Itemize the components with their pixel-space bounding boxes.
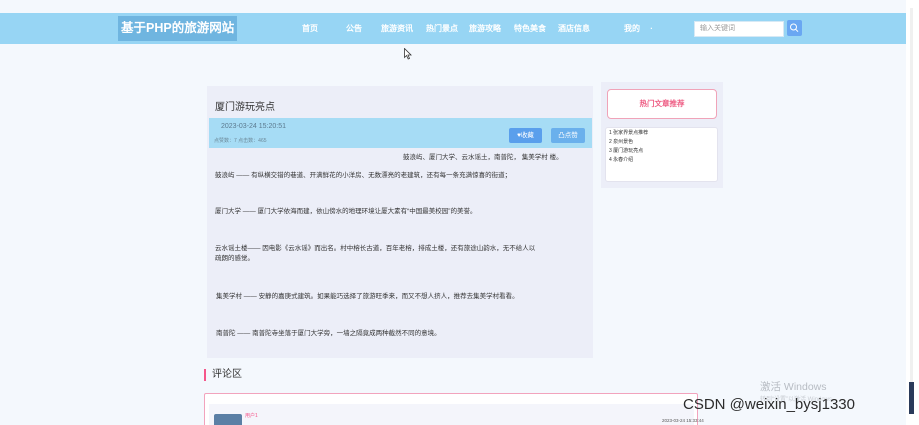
- nav-my-menu-label: 我的: [624, 24, 640, 33]
- hot-article-link[interactable]: 2 泉州景色: [609, 138, 714, 147]
- mouse-cursor-icon: [404, 48, 412, 60]
- article-stats: 点赞数：7 点击数：465: [214, 138, 267, 144]
- favorite-button[interactable]: ♥收藏: [509, 128, 542, 143]
- vertical-scrollbar[interactable]: [906, 0, 919, 425]
- scrollbar-track: [910, 8, 913, 408]
- nav-travel-news[interactable]: 旅游资讯: [381, 22, 413, 36]
- article-paragraph: 集美学村 —— 安静的嘉庚式建筑。如果能巧选择了旅游旺季来，而又不想人挤人，推荐…: [216, 293, 519, 300]
- nav-hot-spots[interactable]: 热门景点: [426, 22, 458, 36]
- search-icon: [790, 23, 799, 32]
- comment-time: 2023-03-24 15:33:44: [662, 418, 704, 423]
- hot-article-link[interactable]: 4 永春介绍: [609, 156, 714, 165]
- nav-home[interactable]: 首页: [302, 22, 318, 36]
- nav-local-food[interactable]: 特色美食: [514, 22, 546, 36]
- browser-viewport: 基于PHP的旅游网站 首页 公告 旅游资讯 热门景点 旅游攻略 特色美食 酒店信…: [0, 0, 906, 425]
- search-button[interactable]: [787, 20, 802, 36]
- search-input[interactable]: 输入关键词: [694, 21, 784, 37]
- article-title: 厦门游玩亮点: [215, 102, 275, 113]
- article-paragraph: 云水谣土楼—— 因电影《云水谣》而出名。村中榕长古道，百年老榕，排成土楼，还有旅…: [215, 245, 536, 252]
- comment-card: 用户1 2023-03-24 15:33:44: [204, 393, 704, 425]
- article-paragraph: 厦门大学 —— 厦门大学依海而建，依山傍水的地理环境让厦大素有“中国最美校园”的…: [215, 208, 477, 215]
- site-header: 基于PHP的旅游网站 首页 公告 旅游资讯 热门景点 旅游攻略 特色美食 酒店信…: [0, 13, 906, 44]
- like-button[interactable]: 凸点赞: [551, 128, 585, 143]
- hot-article-link[interactable]: 1 张家界景点推荐: [609, 129, 714, 138]
- scrollbar-thumb[interactable]: [909, 382, 914, 414]
- hot-articles-panel: 热门文章推荐 1 张家界景点推荐 2 泉州景色 3 厦门游玩亮点 4 永春介绍: [601, 82, 723, 188]
- comment-item: 用户1 2023-03-24 15:33:44: [209, 404, 704, 425]
- comments-heading: 评论区: [212, 369, 242, 380]
- article-meta-bar: 2023-03-24 15:20:51 点赞数：7 点击数：465 ♥收藏 凸点…: [209, 118, 592, 148]
- windows-activation-watermark: 激活 Windows: [760, 381, 827, 393]
- nav-my-menu[interactable]: 我的 ·: [624, 22, 653, 36]
- nav-hotels[interactable]: 酒店信息: [558, 22, 590, 36]
- chevron-down-icon: ·: [650, 24, 653, 33]
- article-date: 2023-03-24 15:20:51: [221, 123, 286, 130]
- hot-article-link[interactable]: 3 厦门游玩亮点: [609, 147, 714, 156]
- hot-articles-list: 1 张家界景点推荐 2 泉州景色 3 厦门游玩亮点 4 永春介绍: [605, 127, 718, 182]
- hot-articles-title: 热门文章推荐: [607, 89, 717, 119]
- nav-travel-guides[interactable]: 旅游攻略: [469, 22, 501, 36]
- avatar: [214, 414, 242, 425]
- article-paragraph: 南普陀 —— 南普陀寺坐落于厦门大学旁，一墙之隔竟成两种截然不同的意境。: [216, 330, 441, 337]
- csdn-watermark: CSDN @weixin_bysj1330: [683, 396, 855, 413]
- article-paragraph: 疏朗的感觉。: [215, 255, 254, 262]
- comment-username: 用户1: [245, 413, 258, 419]
- site-title[interactable]: 基于PHP的旅游网站: [118, 16, 238, 41]
- article-paragraph: 鼓浪屿 —— 有纵横交错的巷道、开满鲜花的小洋房、无数漂亮的老建筑，还有每一条充…: [215, 172, 512, 179]
- section-accent-bar: [204, 369, 206, 381]
- article-panel: 厦门游玩亮点 2023-03-24 15:20:51 点赞数：7 点击数：465…: [207, 86, 593, 358]
- nav-announcements[interactable]: 公告: [346, 22, 362, 36]
- article-paragraph: 鼓浪屿、厦门大学、云水谣土，南普陀， 集美学村 楼。: [403, 154, 563, 161]
